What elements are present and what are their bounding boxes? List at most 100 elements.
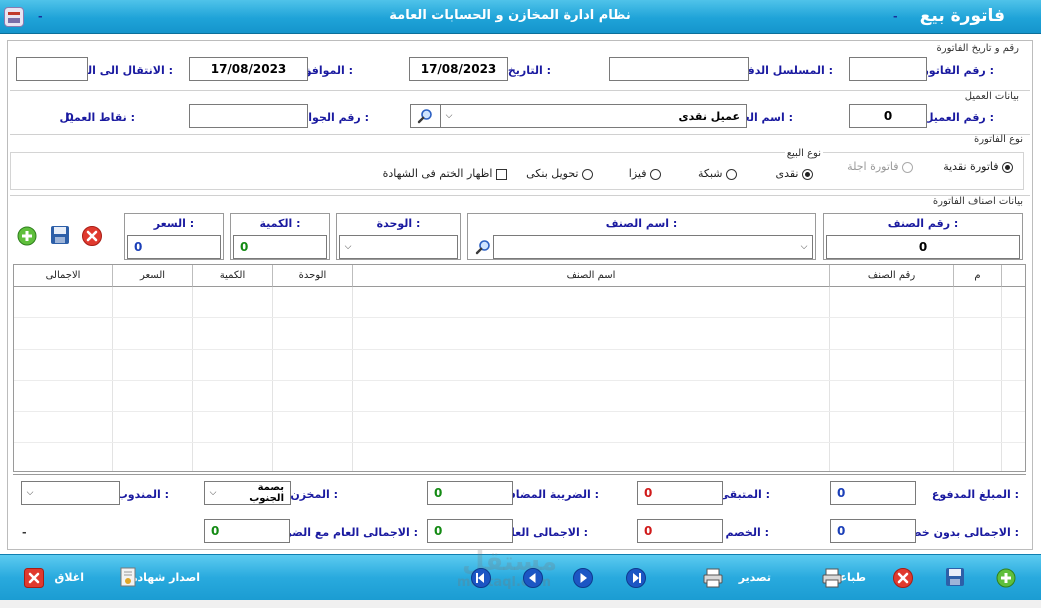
issue-certificate-button[interactable]: اصدار شهادة	[118, 566, 200, 590]
total-no-discount-field: 0	[830, 519, 916, 543]
items-group-label: بيانات اصناف الفاتورة	[932, 196, 1023, 207]
add-item-button[interactable]	[16, 225, 38, 247]
mobile-field[interactable]	[189, 104, 308, 128]
invoice-type-cash-option[interactable]: فاتورة نقدية	[943, 160, 1013, 173]
sale-type-network-label: شبكة	[697, 167, 723, 180]
item-no-field[interactable]: 0	[826, 235, 1020, 259]
sale-type-bank-transfer-option[interactable]: تحويل بنكى	[526, 167, 593, 180]
unit-label: الوحدة :	[376, 217, 421, 230]
plus-icon	[996, 568, 1016, 588]
item-search-button[interactable]	[472, 235, 494, 259]
grid-row-line	[14, 317, 1025, 318]
book-serial-field[interactable]	[609, 57, 749, 81]
qty-field[interactable]: 0	[233, 235, 327, 259]
show-stamp-label: اظهار الختم فى الشهادة	[382, 167, 493, 180]
save-invoice-button[interactable]	[944, 566, 966, 590]
sale-type-visa-radio[interactable]	[650, 168, 661, 180]
sale-type-visa-option[interactable]: فيزا	[629, 167, 661, 180]
qty-label: الكمية :	[259, 217, 301, 230]
total-no-discount-label: الاجمالى بدون خصم :	[902, 526, 1019, 539]
previous-record-button[interactable]	[522, 567, 544, 589]
paid-amount-field[interactable]: 0	[830, 481, 916, 505]
unit-combo[interactable]: ⌵	[339, 235, 458, 259]
chevron-down-icon: ⌵	[800, 242, 808, 252]
grid-column	[954, 287, 1002, 471]
sale-type-cash-label: نقدى	[775, 167, 799, 180]
invoice-no-label: رقم الفاتورة :	[915, 64, 994, 77]
goto-number-field[interactable]	[16, 57, 88, 81]
show-stamp-checkbox-option[interactable]: اظهار الختم فى الشهادة	[383, 167, 507, 180]
first-record-button[interactable]	[470, 567, 492, 589]
discount-field[interactable]: 0	[637, 519, 723, 543]
save-item-button[interactable]	[49, 224, 71, 248]
sale-type-network-radio[interactable]	[726, 168, 737, 180]
remaining-label: المتبقى :	[718, 488, 770, 501]
vat-field: 0	[427, 481, 513, 505]
print-button[interactable]: طباعة	[776, 566, 866, 590]
sale-type-bank-transfer-radio[interactable]	[582, 168, 593, 180]
totals-dash: -	[22, 526, 27, 539]
paid-amount-label: المبلغ المدفوع :	[931, 488, 1019, 501]
customer-name-value: عميل نقدى	[678, 109, 740, 123]
invoice-type-deferred-option[interactable]: فاتورة اجلة	[847, 160, 913, 173]
grid-header-price[interactable]: السعر	[113, 265, 193, 287]
item-no-frame: رقم الصنف : 0	[823, 213, 1023, 260]
price-frame: السعر : 0	[124, 213, 224, 260]
last-record-button[interactable]	[625, 567, 647, 589]
export-button[interactable]: تصدير	[701, 566, 771, 590]
issue-certificate-label: اصدار شهادة	[130, 571, 200, 584]
sale-type-network-option[interactable]: شبكة	[698, 167, 737, 180]
save-icon	[946, 568, 964, 586]
next-record-button[interactable]	[572, 567, 594, 589]
hijri-date-field[interactable]: 17/08/2023	[189, 57, 308, 81]
grid-header-corner	[1002, 265, 1025, 287]
invoice-type-cash-label: فاتورة نقدية	[943, 160, 999, 173]
invoice-type-group-label: نوع الفاتورة	[973, 134, 1023, 145]
discount-label: الخصم :	[725, 526, 769, 539]
sale-type-group-label: نوع البيع	[784, 148, 823, 159]
customer-search-button[interactable]	[410, 104, 440, 128]
grid-header-unit[interactable]: الوحدة	[273, 265, 353, 287]
customer-no-field[interactable]: 0	[849, 104, 927, 128]
invoice-no-field[interactable]	[849, 57, 927, 81]
vat-label: الضريبة المضافة :	[501, 488, 599, 501]
grid-column	[14, 287, 113, 471]
chevron-down-icon: ⌵	[445, 111, 453, 121]
grid-header-item-name[interactable]: اسم الصنف	[353, 265, 830, 287]
chevron-down-icon: ⌵	[209, 488, 217, 498]
printer-icon	[703, 568, 723, 588]
save-icon	[51, 226, 69, 244]
new-invoice-button[interactable]	[995, 567, 1017, 589]
app-icon	[4, 7, 24, 27]
invoice-type-deferred-radio[interactable]	[902, 161, 913, 173]
customer-name-combo[interactable]: ⌵ عميل نقدى	[440, 104, 747, 128]
store-combo[interactable]: ⌵ بصمة الجنوب	[204, 481, 291, 505]
grid-header-item-no[interactable]: رقم الصنف	[830, 265, 954, 287]
grid-header-qty[interactable]: الكمية	[193, 265, 273, 287]
grid-row-line	[14, 380, 1025, 381]
date-field[interactable]: 17/08/2023	[409, 57, 508, 81]
sale-type-visa-label: فيزا	[628, 167, 647, 180]
delete-invoice-button[interactable]	[892, 567, 914, 589]
show-stamp-checkbox[interactable]	[496, 168, 507, 180]
grid-row-line	[14, 442, 1025, 443]
grid-header-index[interactable]: م	[954, 265, 1002, 287]
divider	[10, 134, 1030, 135]
close-button[interactable]: اغلاق	[22, 566, 84, 590]
chevron-down-icon: ⌵	[26, 488, 34, 498]
divider	[10, 90, 1030, 91]
unit-frame: الوحدة : ⌵	[336, 213, 461, 260]
sale-type-cash-option[interactable]: نقدى	[775, 167, 813, 180]
sales-rep-combo[interactable]: ⌵	[21, 481, 120, 505]
grid-row-line	[14, 349, 1025, 350]
item-name-combo[interactable]: ⌵	[493, 235, 813, 259]
delete-item-button[interactable]	[81, 225, 103, 247]
mobile-label: رقم الجوال :	[298, 111, 369, 124]
items-grid[interactable]: الاجمالى السعر الكمية الوحدة اسم الصنف ر…	[13, 264, 1026, 472]
sale-type-cash-radio[interactable]	[802, 168, 813, 180]
hijri-date-label: الموافق :	[301, 64, 353, 77]
price-field[interactable]: 0	[127, 235, 221, 259]
item-name-label: اسم الصنف :	[605, 217, 678, 230]
invoice-type-cash-radio[interactable]	[1002, 161, 1013, 173]
grid-header-total[interactable]: الاجمالى	[14, 265, 113, 287]
